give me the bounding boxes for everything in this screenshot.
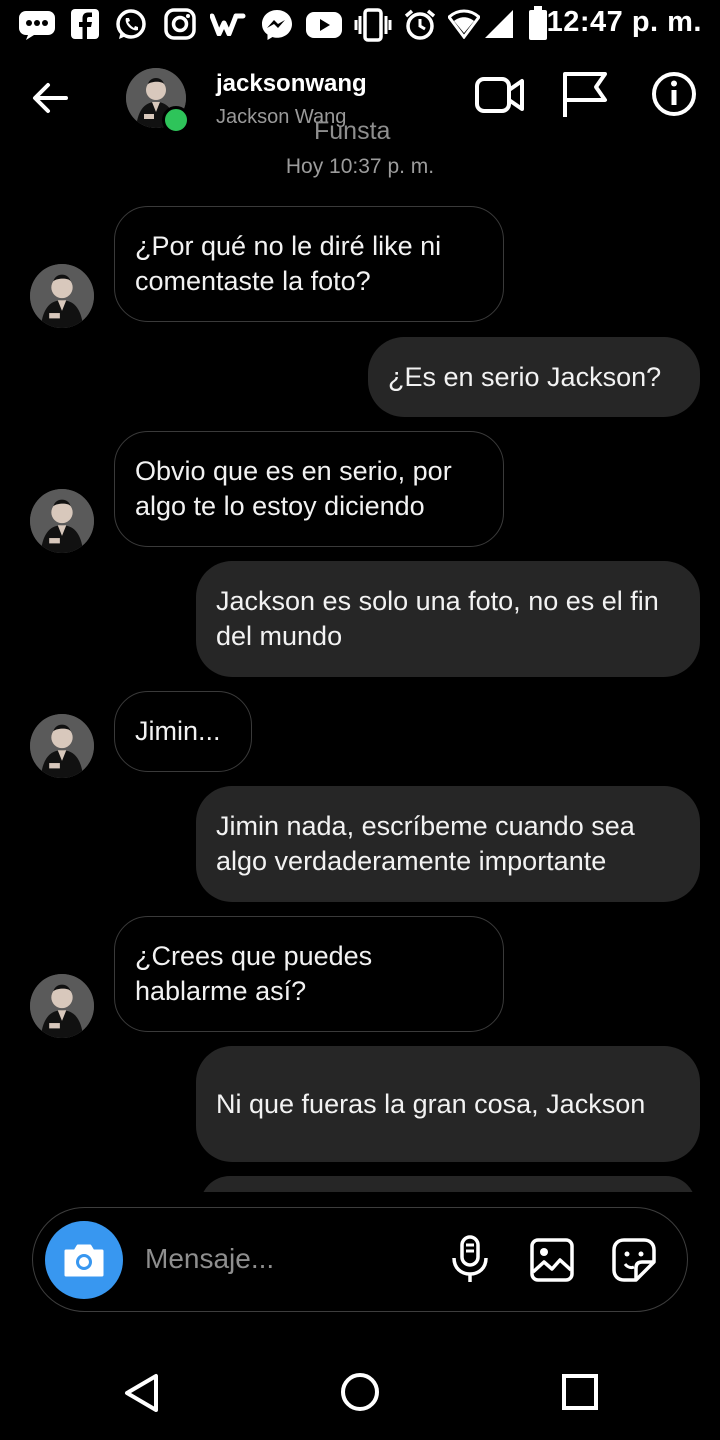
- sender-avatar[interactable]: [30, 489, 94, 553]
- online-status-dot: [162, 106, 190, 134]
- wifi-icon: [448, 9, 480, 39]
- facebook-icon: [70, 8, 100, 40]
- whatsapp-icon: [114, 8, 148, 42]
- conversation-timestamp: Hoy 10:37 p. m.: [285, 155, 435, 178]
- nav-back-icon[interactable]: [122, 1372, 162, 1414]
- video-call-icon[interactable]: [474, 72, 526, 118]
- sender-avatar[interactable]: [30, 264, 94, 328]
- message-composer[interactable]: [32, 1207, 688, 1312]
- avatar-photo: [30, 714, 94, 778]
- message-text: Jimin...: [135, 716, 221, 746]
- messenger-icon: [260, 8, 294, 42]
- avatar-photo: [30, 489, 94, 553]
- sticker-icon[interactable]: [610, 1236, 658, 1284]
- system-nav-bar: [0, 1340, 720, 1440]
- flag-icon[interactable]: [560, 70, 610, 120]
- header-username[interactable]: jacksonwang: [216, 70, 367, 98]
- outgoing-message-bubble[interactable]: ¿Es en serio Jackson?: [368, 337, 700, 417]
- incoming-message-bubble[interactable]: ¿Crees que puedes hablarme así?: [114, 916, 504, 1032]
- outgoing-message-bubble[interactable]: Jimin nada, escríbeme cuando sea algo ve…: [196, 786, 700, 902]
- incoming-message-bubble[interactable]: Obvio que es en serio, por algo te lo es…: [114, 431, 504, 547]
- incoming-message-bubble[interactable]: ¿Por qué no le diré like ni comentaste l…: [114, 206, 504, 322]
- microphone-icon[interactable]: [448, 1234, 492, 1286]
- sender-avatar[interactable]: [30, 974, 94, 1038]
- nav-recents-icon[interactable]: [562, 1374, 598, 1410]
- message-text: Jackson es solo una foto, no es el fin d…: [216, 586, 659, 651]
- message-text: Obvio que es en serio, por algo te lo es…: [135, 456, 452, 521]
- outgoing-message-bubble[interactable]: [200, 1176, 696, 1192]
- sender-avatar[interactable]: [30, 714, 94, 778]
- avatar-photo: [30, 974, 94, 1038]
- alarm-icon: [403, 8, 437, 42]
- message-text: ¿Por qué no le diré like ni comentaste l…: [135, 231, 442, 296]
- vibrate-icon: [354, 8, 392, 42]
- youtube-icon: [305, 11, 343, 39]
- message-input[interactable]: Mensaje...: [145, 1243, 274, 1275]
- avatar-photo: [30, 264, 94, 328]
- incoming-message-bubble[interactable]: Jimin...: [114, 691, 252, 772]
- gallery-icon[interactable]: [530, 1238, 574, 1282]
- outgoing-message-bubble[interactable]: Ni que fueras la gran cosa, Jackson: [196, 1046, 700, 1162]
- instagram-icon: [164, 8, 196, 40]
- battery-icon: [528, 6, 548, 40]
- info-icon[interactable]: [650, 70, 698, 118]
- outgoing-message-bubble[interactable]: Jackson es solo una foto, no es el fin d…: [196, 561, 700, 677]
- message-icon: [18, 10, 56, 40]
- message-text: ¿Es en serio Jackson?: [388, 361, 662, 392]
- clock: 12:47 p. m.: [546, 6, 702, 38]
- message-text: Ni que fueras la gran cosa, Jackson: [216, 1088, 646, 1119]
- account-tag: Funsta: [314, 117, 391, 145]
- message-text: ¿Crees que puedes hablarme así?: [135, 941, 373, 1006]
- wattpad-icon: [210, 12, 246, 36]
- camera-button[interactable]: [45, 1221, 123, 1299]
- back-arrow-icon[interactable]: [28, 76, 72, 120]
- status-bar: 12:47 p. m.: [0, 0, 720, 52]
- message-text: Jimin nada, escríbeme cuando sea algo ve…: [216, 811, 635, 876]
- camera-icon: [62, 1241, 106, 1279]
- signal-icon: [484, 9, 514, 39]
- message-list-clip: [200, 1176, 696, 1192]
- nav-home-icon[interactable]: [340, 1372, 380, 1412]
